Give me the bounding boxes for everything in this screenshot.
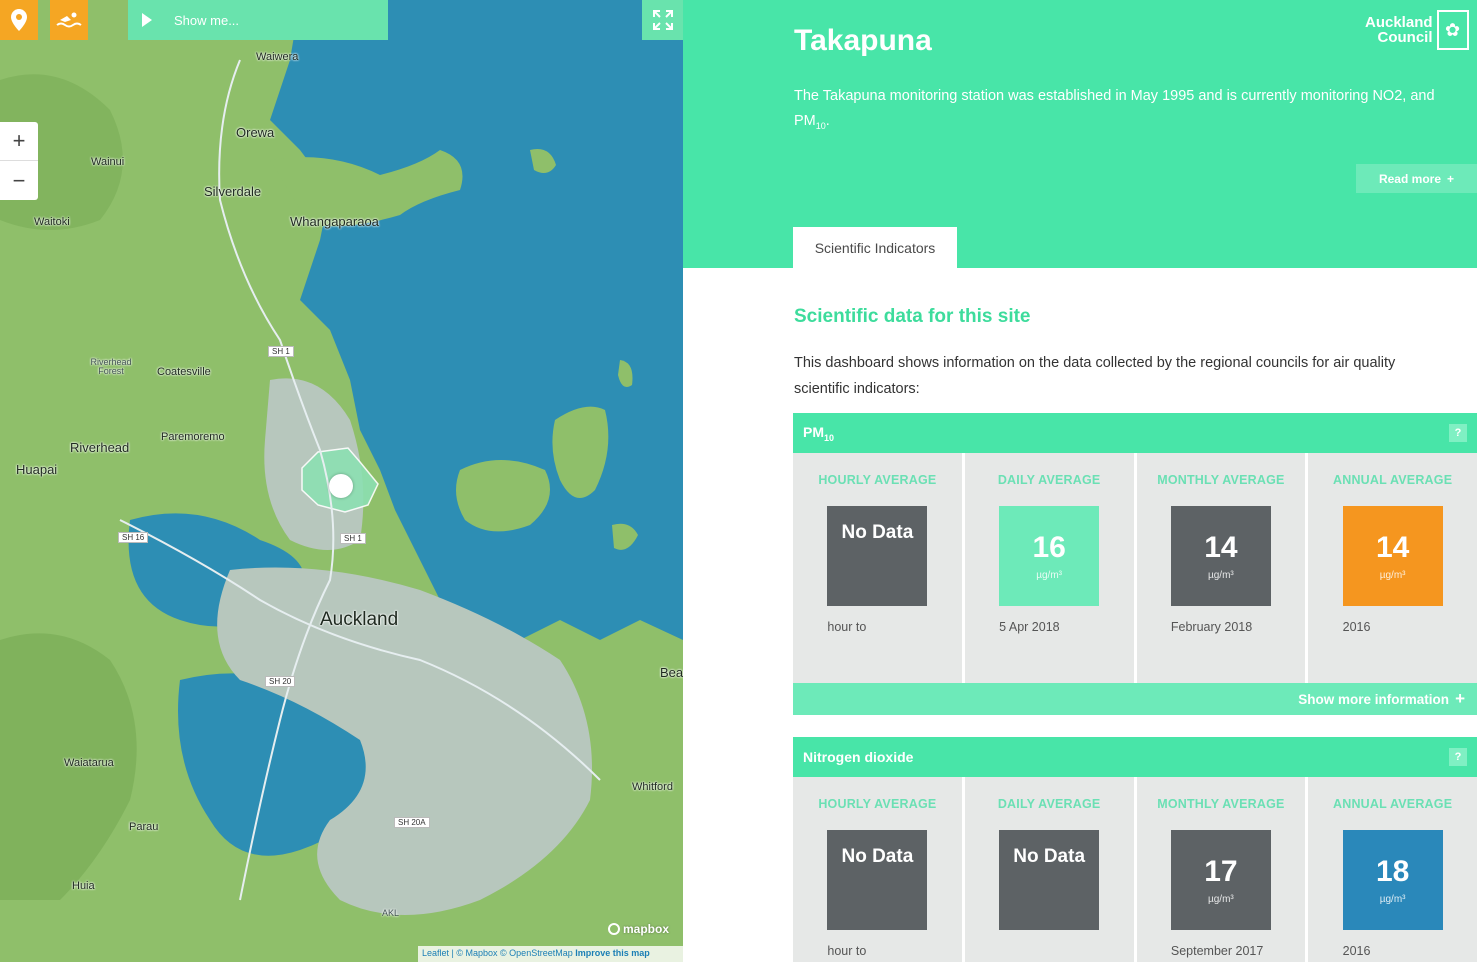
fullscreen-button[interactable] [642,0,683,40]
site-title: Takapuna [794,24,932,57]
value-tile: No Data [827,830,928,930]
place-label: Parau [129,821,159,833]
card-hourly: HOURLY AVERAGE No Data hour to [793,777,962,962]
plus-icon: + [1447,171,1455,186]
auckland-council-logo[interactable]: Auckland Council ✿ [1365,10,1469,50]
site-marker[interactable] [329,474,353,498]
section-nitrogen-dioxide: Nitrogen dioxide ? HOURLY AVERAGE No Dat… [793,737,1477,962]
section-title: Nitrogen dioxide [803,749,914,765]
site-panel: Takapuna The Takapuna monitoring station… [683,0,1477,962]
card-daily: DAILY AVERAGE No Data [964,777,1134,962]
improve-map-link[interactable]: Improve this map [575,948,650,958]
road-shield: SH 16 [118,532,149,543]
value-tile: 14 µg/m³ [1170,506,1271,606]
zoom-in-button[interactable]: + [0,122,38,161]
place-label: Bea [660,665,683,680]
place-label: Silverdale [204,184,262,199]
card-hourly: HOURLY AVERAGE No Data hour to [793,453,962,683]
place-label: Riverhead Forest [90,357,132,376]
help-icon[interactable]: ? [1449,748,1467,766]
place-label: Paremoremo [161,431,225,443]
council-emblem-icon: ✿ [1436,10,1469,50]
read-more-button[interactable]: Read more + [1356,164,1477,193]
help-icon[interactable]: ? [1449,424,1467,442]
mapbox-logo-icon [608,923,620,935]
section-header[interactable]: Nitrogen dioxide ? [793,737,1477,777]
map-attribution: Leaflet | © Mapbox © OpenStreetMap Impro… [418,946,683,962]
place-label: Wainui [91,156,125,168]
road-shield: SH 20 [265,676,296,687]
swimmer-icon [56,12,82,28]
place-label: Auckland [320,609,399,630]
swim-button[interactable] [50,0,88,40]
zoom-control: + − [0,122,38,200]
section-pm10: PM10 ? HOURLY AVERAGE No Data hour to DA… [793,413,1477,715]
road-shield: SH 1 [340,533,366,544]
content-title: Scientific data for this site [794,306,1031,327]
indicator-cards: HOURLY AVERAGE No Data hour to DAILY AVE… [793,777,1477,962]
value-tile: 14 µg/m³ [1342,506,1443,606]
plus-icon: + [1455,689,1465,708]
card-annual: ANNUAL AVERAGE 14 µg/m³ 2016 [1308,453,1477,683]
map-pin-icon [11,9,27,31]
value-tile: 17 µg/m³ [1170,830,1271,930]
place-label: Waiwera [256,51,299,63]
card-annual: ANNUAL AVERAGE 18 µg/m³ 2016 [1308,777,1477,962]
show-more-button[interactable]: Show more information + [793,683,1477,715]
section-header[interactable]: PM10 ? [793,413,1477,453]
place-label: Huia [72,880,95,892]
site-description: The Takapuna monitoring station was esta… [794,88,1435,132]
place-label: Waitoki [34,216,70,228]
zoom-out-button[interactable]: − [0,161,38,200]
road-shield: SH 1 [268,346,294,357]
place-label: Huapai [16,462,58,477]
place-label: Riverhead [70,440,130,455]
content-intro: This dashboard shows information on the … [794,355,1396,398]
card-daily: DAILY AVERAGE 16 µg/m³ 5 Apr 2018 [964,453,1134,683]
location-button[interactable] [0,0,38,40]
card-monthly: MONTHLY AVERAGE 14 µg/m³ February 2018 [1136,453,1306,683]
value-tile: 16 µg/m³ [999,506,1100,606]
place-label: Orewa [236,125,275,140]
mapbox-logo[interactable]: mapbox [608,922,669,936]
osm-link[interactable]: © OpenStreetMap [500,948,573,958]
leaflet-link[interactable]: Leaflet [422,948,449,958]
map-view[interactable]: Waiwera Orewa Wainui Silverdale Whangapa… [0,0,683,962]
value-tile: No Data [827,506,928,606]
tab-scientific-indicators[interactable]: Scientific Indicators [793,224,957,268]
place-label: AKL [382,908,400,918]
section-title: PM10 [803,423,835,443]
road-shield: SH 20A [394,817,430,828]
expand-icon [652,10,673,30]
place-label: Whangaparaoa [290,214,379,229]
value-tile: No Data [999,830,1100,930]
play-icon [142,13,152,27]
show-me-label: Show me... [174,12,240,28]
indicator-cards: HOURLY AVERAGE No Data hour to DAILY AVE… [793,453,1477,683]
place-label: Waiatarua [64,757,114,769]
mapbox-link[interactable]: © Mapbox [456,948,497,958]
card-monthly: MONTHLY AVERAGE 17 µg/m³ September 2017 [1136,777,1306,962]
place-label: Coatesville [157,366,211,378]
value-tile: 18 µg/m³ [1342,830,1443,930]
show-me-button[interactable]: Show me... [128,0,388,40]
site-header: Takapuna The Takapuna monitoring station… [683,0,1477,268]
place-label: Whitford [632,781,673,793]
